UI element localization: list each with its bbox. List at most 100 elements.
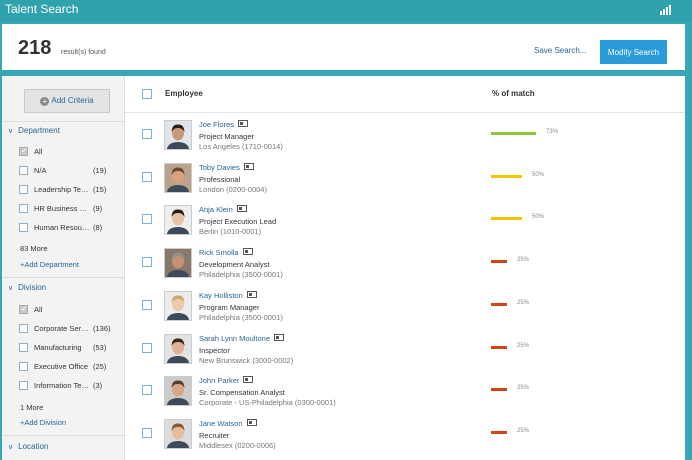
row-checkbox[interactable]	[142, 427, 152, 438]
row-checkbox[interactable]	[142, 171, 152, 182]
match-bar	[491, 302, 507, 306]
employee-name-link[interactable]: Kay Holliston	[199, 290, 257, 300]
title-bar: Talent Search	[0, 0, 692, 22]
match-bar	[491, 132, 536, 135]
match-bar	[491, 345, 507, 349]
employee-name: John Parker	[199, 376, 240, 386]
table-header: Employee % of match	[125, 76, 685, 113]
plus-icon: +	[40, 97, 50, 106]
match-percent: 25%	[517, 427, 530, 434]
employee-name: Sarah Lynn Moultone	[199, 333, 271, 343]
employee-role: Recruiter	[199, 430, 230, 440]
contact-card-icon[interactable]	[246, 418, 257, 426]
match-percent: 25%	[517, 385, 530, 392]
employee-photo[interactable]	[164, 376, 192, 413]
criteria-count: (25)	[93, 362, 107, 371]
row-checkbox[interactable]	[142, 129, 152, 139]
add-department-link[interactable]: +Add Department	[20, 260, 79, 269]
match-bar	[491, 174, 522, 178]
match-bar	[491, 217, 522, 221]
contact-card-icon[interactable]	[274, 333, 285, 341]
employee-role: Sr. Compensation Analyst	[199, 388, 285, 398]
row-checkbox[interactable]	[142, 257, 152, 268]
employee-name-link[interactable]: Jane Watson	[199, 418, 257, 428]
criteria-checkbox[interactable]	[19, 146, 28, 156]
main-panel: +Add Criteria ∨ Department All N/A (19) Lead…	[2, 76, 685, 460]
contact-card-icon[interactable]	[243, 162, 254, 170]
criteria-checkbox[interactable]	[19, 204, 28, 213]
employee-role: Development Analyst	[199, 260, 270, 270]
criteria-checkbox[interactable]	[19, 381, 28, 390]
employee-name-link[interactable]: John Parker	[199, 376, 254, 386]
employee-photo[interactable]	[164, 333, 192, 370]
contact-card-icon[interactable]	[238, 120, 249, 127]
criteria-option[interactable]: N/A (19)	[19, 164, 124, 178]
contact-card-icon[interactable]	[243, 376, 254, 384]
division-more-link[interactable]: 1 More	[20, 403, 43, 412]
criteria-checkbox[interactable]	[19, 362, 28, 371]
criteria-option[interactable]: HR Business Partner(9)	[19, 202, 124, 216]
section-department-header[interactable]: ∨ Department	[8, 126, 60, 135]
modify-search-button[interactable]: Modify Search	[600, 40, 667, 64]
bar-chart-icon[interactable]	[660, 5, 672, 15]
criteria-option[interactable]: Leadership Team (15)	[19, 183, 124, 197]
contact-card-icon[interactable]	[246, 290, 257, 298]
criteria-label: All	[34, 305, 43, 314]
department-more-link[interactable]: 83 More	[20, 244, 48, 253]
criteria-option[interactable]: Manufacturing (53)	[19, 341, 124, 355]
row-checkbox[interactable]	[142, 299, 152, 310]
employee-name-link[interactable]: Rick Smolla	[199, 248, 253, 257]
criteria-option[interactable]: Corporate Services(136)	[19, 322, 124, 336]
employee-name-link[interactable]: Sarah Lynn Moultone	[199, 333, 285, 343]
criteria-option[interactable]: All	[19, 145, 124, 159]
row-checkbox[interactable]	[142, 214, 152, 225]
row-checkbox[interactable]	[142, 385, 152, 396]
criteria-option[interactable]: Executive Office (25)	[19, 360, 124, 374]
employee-photo[interactable]	[164, 418, 192, 455]
chevron-down-icon: ∨	[8, 128, 14, 135]
section-location-header[interactable]: ∨ Location	[8, 442, 48, 451]
contact-card-icon[interactable]	[236, 205, 247, 213]
employee-role: Program Manager	[199, 302, 260, 312]
employee-photo[interactable]	[164, 290, 192, 327]
employee-photo[interactable]	[164, 120, 192, 156]
criteria-option[interactable]: Information Technology(3)	[19, 379, 124, 393]
criteria-option[interactable]: All	[19, 303, 124, 317]
section-title: Department	[18, 126, 60, 135]
employee-name-link[interactable]: Joe Flores	[199, 120, 249, 129]
table-row: John Parker Sr. Compensation Analyst Corpo…	[125, 373, 685, 416]
criteria-checkbox[interactable]	[19, 166, 28, 175]
criteria-checkbox[interactable]	[19, 185, 28, 194]
criteria-option[interactable]: Human Resources (8)	[19, 221, 124, 235]
employee-location: Philadelphia (3500-0001)	[199, 270, 283, 280]
employee-location: Middlesex (0200-0006)	[199, 440, 276, 450]
select-all-checkbox[interactable]	[142, 89, 152, 99]
save-search-link[interactable]: Save Search...	[534, 46, 586, 55]
add-criteria-button[interactable]: + Add Criteria	[24, 89, 110, 113]
table-row: Kay Holliston Program Manager Philadelphia…	[125, 288, 685, 331]
section-division-header[interactable]: ∨ Division	[8, 283, 46, 292]
match-percent: 50%	[532, 171, 545, 178]
app-title: Talent Search	[5, 2, 79, 16]
criteria-checkbox[interactable]	[19, 343, 28, 352]
match-percent: 25%	[517, 257, 530, 264]
table-row: Sarah Lynn Moultone Inspector New Brunswic…	[125, 331, 685, 374]
employee-name: Rick Smolla	[199, 248, 239, 258]
employee-photo[interactable]	[164, 205, 192, 242]
criteria-checkbox[interactable]	[19, 304, 28, 314]
contact-card-icon[interactable]	[242, 248, 253, 256]
employee-photo[interactable]	[164, 162, 192, 199]
employee-name: Toby Davies	[199, 162, 240, 172]
divider	[2, 277, 125, 278]
employee-name-link[interactable]: Toby Davies	[199, 162, 254, 172]
employee-location: Los Angeles (1710-0014)	[199, 142, 283, 151]
criteria-checkbox[interactable]	[19, 324, 28, 333]
employee-role: Project Manager	[199, 132, 255, 141]
employee-role: Project Execution Lead	[199, 217, 277, 227]
employee-photo[interactable]	[164, 248, 192, 285]
add-criteria-label: Add Criteria	[51, 96, 94, 105]
criteria-checkbox[interactable]	[19, 223, 28, 232]
row-checkbox[interactable]	[142, 342, 152, 353]
employee-name-link[interactable]: Anja Klein	[199, 205, 247, 214]
add-division-link[interactable]: +Add Division	[20, 418, 66, 427]
